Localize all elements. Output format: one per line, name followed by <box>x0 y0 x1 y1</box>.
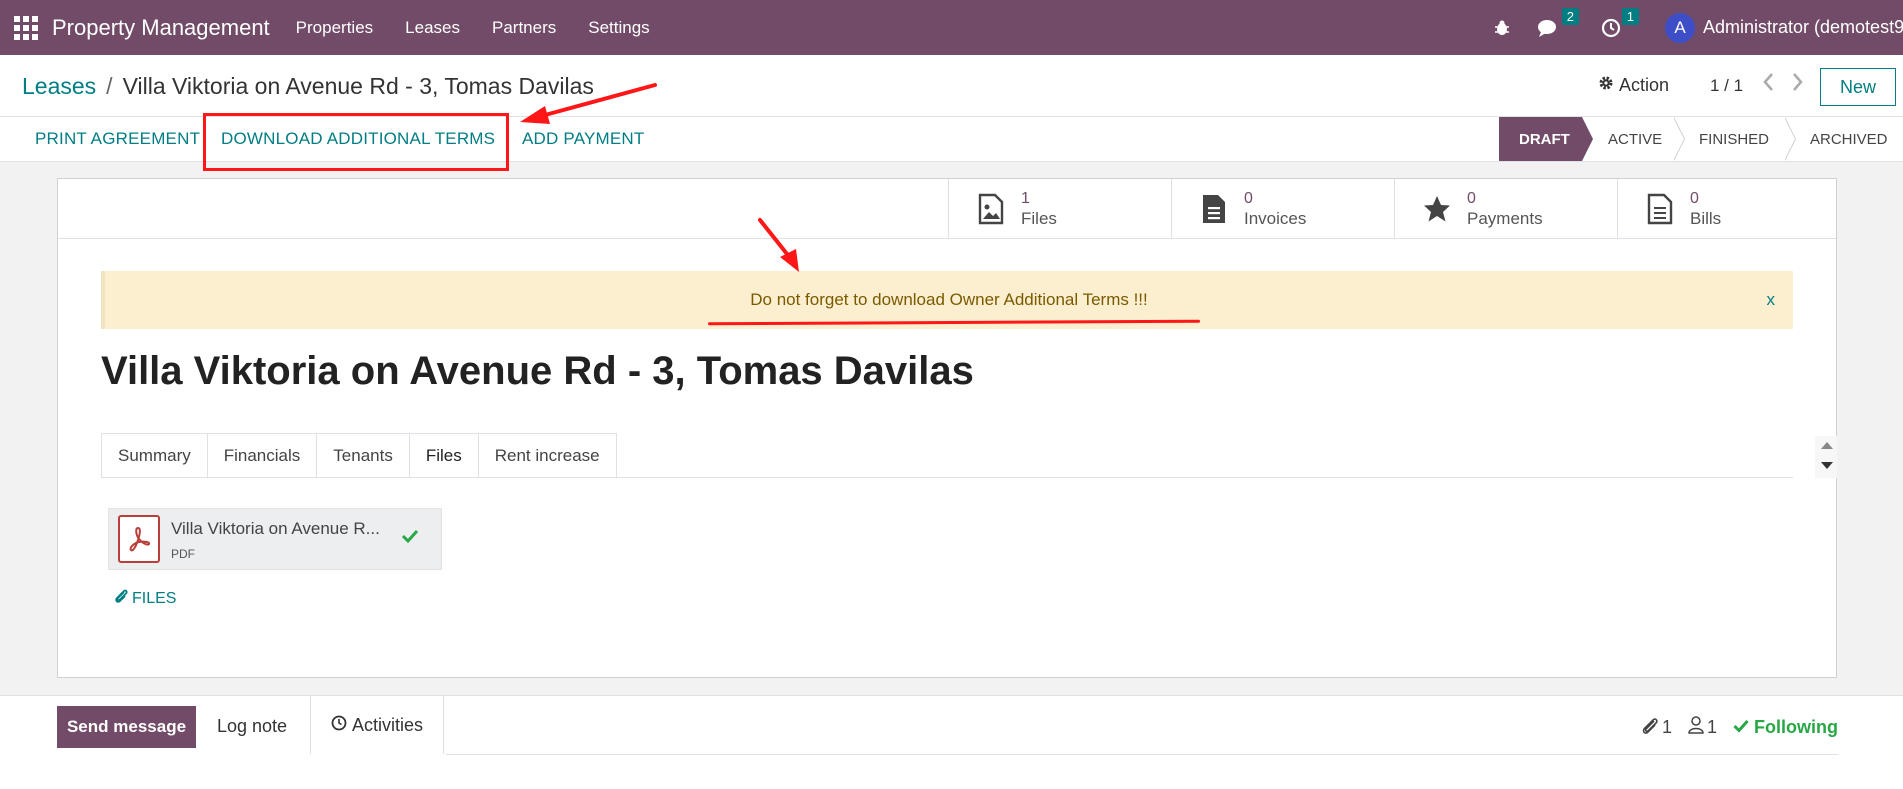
followers-counter[interactable]: 1 <box>1688 716 1717 739</box>
breadcrumb-separator: / <box>106 73 113 99</box>
notebook-tabs: Summary Financials Tenants Files Rent in… <box>101 433 617 478</box>
gear-icon <box>1598 75 1614 96</box>
debug-bug-icon[interactable] <box>1493 19 1511 37</box>
paperclip-icon <box>1641 716 1659 739</box>
stage-chevron <box>1784 117 1795 161</box>
following-label: Following <box>1754 717 1838 737</box>
activities-label: Activities <box>352 714 424 735</box>
stage-chevron <box>1673 117 1684 161</box>
followers-count: 1 <box>1707 717 1718 737</box>
status-bar: DRAFT ACTIVE FINISHED ARCHIVED <box>1499 117 1895 161</box>
files-upload-button[interactable]: FILES <box>114 588 176 609</box>
alert-message: Do not forget to download Owner Addition… <box>750 290 1148 309</box>
attachment-type: PDF <box>171 547 195 561</box>
stage-chevron <box>1582 117 1593 161</box>
annotation-highlight-box <box>203 113 509 171</box>
check-icon <box>1733 717 1749 738</box>
activities-clock-icon[interactable]: 1 <box>1601 7 1639 38</box>
menu-properties[interactable]: Properties <box>296 18 373 38</box>
action-label: Action <box>1619 75 1670 95</box>
activities-button[interactable]: Activities <box>310 696 445 754</box>
bills-count: 0 <box>1690 189 1699 207</box>
stage-archived[interactable]: ARCHIVED <box>1784 117 1895 161</box>
clock-icon <box>331 715 347 736</box>
bills-smart-button[interactable]: 0 Bills <box>1617 179 1840 238</box>
chevron-left-icon[interactable] <box>1762 72 1774 97</box>
stage-finished[interactable]: FINISHED <box>1673 117 1796 161</box>
send-message-button[interactable]: Send message <box>57 706 196 748</box>
payments-count: 0 <box>1467 189 1476 207</box>
invoices-count: 0 <box>1244 189 1253 207</box>
navbar-systray: 2 1 A Administrator (demotest9 <box>1493 0 1903 55</box>
payments-label: Payments <box>1467 208 1543 228</box>
stage-draft-label: DRAFT <box>1519 130 1570 148</box>
chatter-topbar-right: 1 1 Following <box>1641 716 1838 739</box>
pager-arrows <box>1762 72 1804 97</box>
following-button[interactable]: Following <box>1733 717 1838 738</box>
tabs-divider <box>101 477 1793 478</box>
breadcrumb: Leases / Villa Viktoria on Avenue Rd - 3… <box>22 73 594 100</box>
smart-buttons-row: 1 Files 0 Invoices 0 Payments 0 Bills <box>58 179 1836 239</box>
attachments-count: 1 <box>1661 717 1672 737</box>
menu-partners[interactable]: Partners <box>492 18 556 38</box>
action-menu-button[interactable]: Action <box>1598 75 1669 96</box>
app-brand[interactable]: Property Management <box>52 15 270 41</box>
log-note-button[interactable]: Log note <box>217 716 287 737</box>
tab-rent-increase[interactable]: Rent increase <box>477 433 617 478</box>
messages-icon[interactable]: 2 <box>1537 7 1579 38</box>
attachment-name: Villa Viktoria on Avenue R... <box>171 519 380 538</box>
bills-label: Bills <box>1690 208 1722 228</box>
tab-files[interactable]: Files <box>408 433 478 478</box>
tab-financials[interactable]: Financials <box>206 433 317 478</box>
menu-leases[interactable]: Leases <box>405 18 460 38</box>
scroll-down-icon[interactable] <box>1821 462 1833 469</box>
pager-value[interactable]: 1 / 1 <box>1710 76 1743 96</box>
pdf-icon <box>118 515 160 563</box>
attachments-counter[interactable]: 1 <box>1641 716 1672 739</box>
files-count: 1 <box>1021 189 1030 207</box>
chevron-right-icon[interactable] <box>1792 72 1804 97</box>
user-menu[interactable]: Administrator (demotest9 <box>1703 17 1903 38</box>
record-title: Villa Viktoria on Avenue Rd - 3, Tomas D… <box>101 349 974 393</box>
attachment-card[interactable]: Villa Viktoria on Avenue R... PDF <box>108 508 442 570</box>
scroll-up-icon[interactable] <box>1821 442 1833 449</box>
image-file-icon <box>975 193 1007 225</box>
stage-active[interactable]: ACTIVE <box>1582 117 1685 161</box>
activities-badge: 1 <box>1621 7 1639 25</box>
breadcrumb-leases[interactable]: Leases <box>22 73 96 100</box>
stage-finished-label: FINISHED <box>1699 130 1770 148</box>
files-smart-button[interactable]: 1 Files <box>948 179 1171 238</box>
tab-summary[interactable]: Summary <box>101 433 207 478</box>
stage-archived-label: ARCHIVED <box>1810 130 1888 148</box>
stage-draft[interactable]: DRAFT <box>1499 117 1593 161</box>
breadcrumb-current: Villa Viktoria on Avenue Rd - 3, Tomas D… <box>122 73 594 99</box>
bill-icon <box>1644 193 1676 225</box>
alert-close-button[interactable]: x <box>1767 290 1776 310</box>
control-panel: Leases / Villa Viktoria on Avenue Rd - 3… <box>0 55 1903 117</box>
menu-settings[interactable]: Settings <box>588 18 649 38</box>
files-link-label: FILES <box>132 589 177 607</box>
user-avatar[interactable]: A <box>1665 12 1695 43</box>
print-agreement-button[interactable]: PRINT AGREEMENT <box>35 129 200 149</box>
files-label: Files <box>1021 208 1057 228</box>
tabs-scrollbar[interactable] <box>1815 436 1837 478</box>
paperclip-icon <box>114 588 128 609</box>
check-icon <box>401 528 419 549</box>
stage-active-label: ACTIVE <box>1608 130 1663 148</box>
invoices-smart-button[interactable]: 0 Invoices <box>1171 179 1394 238</box>
tab-tenants[interactable]: Tenants <box>316 433 409 478</box>
new-record-button[interactable]: New <box>1820 68 1896 106</box>
star-icon <box>1421 194 1453 224</box>
invoices-label: Invoices <box>1244 208 1307 228</box>
top-navbar: Property Management Properties Leases Pa… <box>0 0 1903 55</box>
chatter: Send message Log note Activities 1 1 Fol… <box>0 695 1903 789</box>
payments-smart-button[interactable]: 0 Payments <box>1394 179 1617 238</box>
user-icon <box>1688 716 1704 739</box>
chatter-divider <box>446 754 1838 755</box>
form-sheet: 1 Files 0 Invoices 0 Payments 0 Bills Do… <box>57 178 1837 678</box>
add-payment-button[interactable]: ADD PAYMENT <box>522 129 644 149</box>
messages-badge: 2 <box>1561 7 1579 25</box>
document-icon <box>1198 193 1230 225</box>
apps-menu-icon[interactable] <box>14 15 38 40</box>
